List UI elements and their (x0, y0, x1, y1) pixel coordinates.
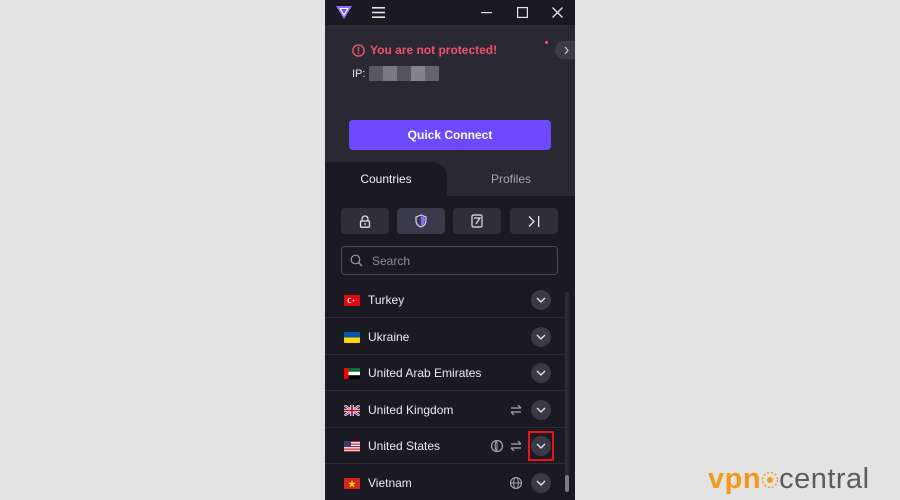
expand-country-button[interactable] (531, 399, 551, 420)
protection-warning: You are not protected! (352, 43, 497, 57)
p2p-icon (510, 404, 522, 415)
tab-bar: Countries Profiles (325, 162, 575, 196)
minimize-button[interactable] (469, 0, 503, 25)
vpncentral-watermark: vpn central (708, 463, 870, 496)
list-scrollbar[interactable] (565, 292, 569, 492)
country-row-united-kingdom[interactable]: United Kingdom (325, 392, 565, 428)
connection-status-panel: You are not protected! IP: Quick Connect (325, 25, 575, 162)
country-name: United States (368, 439, 441, 453)
flag-us-icon (344, 441, 360, 452)
tor-icon (471, 214, 483, 228)
country-list: Turkey Ukraine United Arab Emirates Unit… (325, 282, 565, 500)
chevron-down-icon (536, 480, 546, 486)
ip-label: IP: (352, 67, 366, 80)
ip-redacted-mask (369, 66, 440, 81)
filter-p2p-button[interactable] (510, 208, 558, 234)
expand-country-button[interactable] (531, 326, 551, 347)
watermark-central-text: central (779, 463, 870, 495)
country-row-vietnam[interactable]: Vietnam (325, 465, 565, 500)
hamburger-icon (371, 7, 385, 18)
p2p-icon (510, 440, 522, 452)
country-row-uae[interactable]: United Arab Emirates (325, 355, 565, 391)
proton-logo-icon (336, 6, 352, 19)
expand-country-button[interactable] (531, 472, 551, 493)
maximize-icon (516, 7, 528, 18)
vpn-app-window: You are not protected! IP: Quick Connect… (325, 0, 575, 500)
expand-country-button[interactable] (531, 363, 551, 383)
chevron-right-icon (564, 46, 569, 54)
country-name: Turkey (368, 293, 405, 307)
ip-address-row: IP: (352, 66, 440, 81)
menu-button[interactable] (361, 0, 395, 25)
watermark-vpn-text: vpn (708, 463, 762, 495)
country-name: United Kingdom (368, 402, 454, 417)
chevron-down-icon (536, 334, 546, 340)
flag-turkey-icon (344, 295, 360, 306)
search-icon (350, 254, 363, 267)
p2p-arrow-icon (528, 215, 539, 227)
tab-profiles[interactable]: Profiles (447, 162, 575, 196)
warning-text: You are not protected! (370, 43, 498, 57)
maximize-button[interactable] (505, 0, 539, 25)
country-name: Ukraine (368, 329, 410, 344)
quick-connect-button[interactable]: Quick Connect (349, 120, 551, 150)
alert-circle-icon (352, 43, 365, 57)
country-row-united-states[interactable]: United States (325, 428, 565, 464)
country-row-ukraine[interactable]: Ukraine (325, 319, 565, 355)
filter-netshield-button[interactable] (397, 208, 445, 234)
shield-icon (415, 214, 427, 228)
flag-vietnam-icon (344, 477, 360, 489)
chevron-down-icon (536, 407, 546, 413)
close-button[interactable] (540, 0, 574, 25)
flag-ukraine-icon (344, 331, 360, 343)
title-bar (325, 0, 575, 25)
search-box[interactable] (341, 246, 558, 275)
chevron-down-icon (536, 370, 546, 376)
filter-tor-button[interactable] (453, 208, 501, 234)
globe-icon (509, 476, 523, 489)
lock-icon (359, 214, 371, 228)
search-input[interactable] (370, 252, 544, 269)
chevron-down-icon (536, 297, 546, 303)
expand-country-button[interactable] (531, 290, 551, 310)
watermark-dot-icon (761, 471, 779, 488)
server-filter-bar (341, 208, 558, 234)
country-name: Vietnam (368, 475, 412, 490)
expand-map-tab[interactable] (555, 41, 575, 59)
tor-onion-icon (490, 439, 504, 453)
tab-countries[interactable]: Countries (325, 162, 447, 196)
filter-secure-core-button[interactable] (341, 208, 389, 234)
scrollbar-thumb[interactable] (565, 475, 569, 492)
notification-dot (545, 41, 548, 44)
flag-uae-icon (344, 368, 360, 379)
country-row-turkey[interactable]: Turkey (325, 282, 565, 318)
country-name: United Arab Emirates (368, 366, 482, 380)
flag-uk-icon (344, 404, 360, 416)
minimize-icon (480, 12, 492, 14)
highlight-annotation-box (528, 431, 554, 461)
close-icon (551, 7, 563, 18)
